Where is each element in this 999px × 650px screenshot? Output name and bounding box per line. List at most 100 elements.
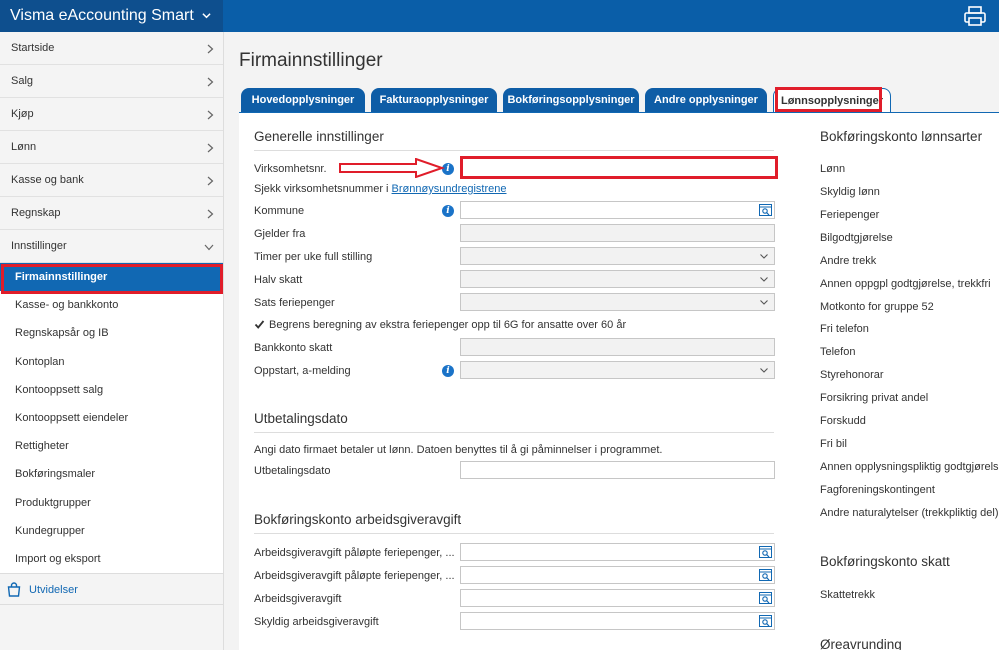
tab-bokforingsopplysninger[interactable]: Bokføringsopplysninger: [503, 88, 639, 112]
subnav-kontooppsett-salg[interactable]: Kontooppsett salg: [0, 376, 223, 404]
tab-content: Generelle innstillinger Virksomhetsnr. i…: [239, 112, 999, 650]
sidebar-item-lonn[interactable]: Lønn: [0, 131, 223, 164]
employer-tax-label: Skyldig arbeidsgiveravgift: [254, 616, 379, 628]
section-title-payout: Utbetalingsdato: [254, 411, 348, 426]
org-nr-input[interactable]: [460, 156, 778, 179]
sidebar-item-innstillinger[interactable]: Innstillinger: [0, 230, 223, 263]
employer-tax-label: Arbeidsgiveravgift påløpte feriepenger, …: [254, 570, 455, 582]
lookup-icon[interactable]: [759, 204, 772, 216]
wage-account-item: Andre trekk: [820, 255, 877, 267]
page-title: Firmainnstillinger: [239, 50, 383, 71]
sidebar-item-label: Utvidelser: [29, 584, 78, 597]
sidebar-item-label: Regnskap: [11, 207, 61, 219]
bankkonto-skatt-label: Bankkonto skatt: [254, 342, 333, 354]
wage-account-item: Andre naturalytelser (trekkpliktig del): [820, 507, 999, 519]
info-icon[interactable]: i: [442, 205, 454, 217]
wage-account-item: Feriepenger: [820, 209, 880, 221]
wage-account-item: Fri telefon: [820, 323, 869, 335]
print-icon[interactable]: [963, 5, 987, 27]
wage-account-item: Motkonto for gruppe 52: [820, 301, 934, 313]
chevron-down-icon: [202, 13, 211, 19]
sidebar-item-startside[interactable]: Startside: [0, 32, 223, 65]
timer-select[interactable]: [460, 247, 775, 265]
wage-account-item: Fagforeningskontingent: [820, 484, 935, 496]
divider: [254, 533, 774, 534]
wage-account-item: Bilgodtgjørelse: [820, 232, 893, 244]
sidebar: Startside Salg Kjøp Lønn Kasse og bank R…: [0, 32, 224, 650]
halv-skatt-select[interactable]: [460, 270, 775, 288]
chevron-right-icon: [207, 44, 214, 54]
brreg-link[interactable]: Brønnøysundregistrene: [392, 183, 507, 195]
subnav-kontooppsett-eiendeler[interactable]: Kontooppsett eiendeler: [0, 404, 223, 432]
settings-submenu: Firmainnstillinger Kasse- og bankkonto R…: [0, 263, 223, 574]
subnav-regnskapsar-og-ib[interactable]: Regnskapsår og IB: [0, 319, 223, 347]
payout-date-label: Utbetalingsdato: [254, 465, 331, 477]
wage-account-item: Styrehonorar: [820, 369, 884, 381]
annotation-arrow-icon: [339, 158, 446, 178]
app-title: Visma eAccounting Smart: [10, 7, 194, 24]
lookup-icon[interactable]: [759, 546, 772, 558]
kommune-input[interactable]: [460, 201, 775, 219]
wage-account-item: Annen oppgpl godtgjørelse, trekkfri: [820, 278, 991, 290]
sidebar-item-salg[interactable]: Salg: [0, 65, 223, 98]
subnav-bokforingsmaler[interactable]: Bokføringsmaler: [0, 460, 223, 488]
employer-tax-input[interactable]: [460, 566, 775, 584]
sidebar-item-label: Innstillinger: [11, 240, 67, 252]
section-title-wage-accounts: Bokføringskonto lønnsarter: [820, 129, 983, 144]
chevron-right-icon: [207, 110, 214, 120]
wage-account-item: Telefon: [820, 346, 856, 358]
lookup-icon[interactable]: [759, 569, 772, 581]
section-title-general: Generelle innstillinger: [254, 129, 384, 144]
sidebar-item-label: Startside: [11, 42, 55, 54]
subnav-produktgrupper[interactable]: Produktgrupper: [0, 489, 223, 517]
employer-tax-input[interactable]: [460, 543, 775, 561]
subnav-kasse-og-bankkonto[interactable]: Kasse- og bankkonto: [0, 291, 223, 319]
org-nr-label: Virksomhetsnr.: [254, 163, 327, 175]
divider: [254, 432, 774, 433]
sidebar-item-regnskap[interactable]: Regnskap: [0, 197, 223, 230]
lookup-icon[interactable]: [759, 592, 772, 604]
wage-account-item: Skyldig lønn: [820, 186, 880, 198]
oppstart-label: Oppstart, a-melding: [254, 365, 351, 377]
payout-description: Angi dato firmaet betaler ut lønn. Datoe…: [254, 444, 663, 456]
timer-label: Timer per uke full stilling: [254, 251, 373, 263]
sidebar-item-kasse-og-bank[interactable]: Kasse og bank: [0, 164, 223, 197]
subnav-kundegrupper[interactable]: Kundegrupper: [0, 517, 223, 545]
sidebar-item-utvidelser[interactable]: Utvidelser: [0, 573, 223, 606]
section-title-employer-tax: Bokføringskonto arbeidsgiveravgift: [254, 512, 462, 527]
halv-skatt-label: Halv skatt: [254, 274, 303, 286]
begrens-checkbox[interactable]: [254, 319, 265, 330]
sidebar-item-kjop[interactable]: Kjøp: [0, 98, 223, 131]
employer-tax-input[interactable]: [460, 589, 775, 607]
shopping-bag-icon: [7, 582, 21, 597]
wage-account-item: Lønn: [820, 163, 846, 175]
wage-account-item: Forskudd: [820, 415, 866, 427]
employer-tax-input[interactable]: [460, 612, 775, 630]
main-area: Firmainnstillinger Hovedopplysninger Fak…: [225, 32, 999, 650]
payout-date-input[interactable]: [460, 461, 775, 479]
employer-tax-label: Arbeidsgiveravgift påløpte feriepenger, …: [254, 547, 455, 559]
annotation-highlight-tab: [775, 87, 882, 112]
app-switcher[interactable]: Visma eAccounting Smart: [0, 0, 223, 32]
section-title-tax-accounts: Bokføringskonto skatt: [820, 554, 950, 569]
check-text: Sjekk virksomhetsnummer i: [254, 183, 389, 195]
subnav-import-og-eksport[interactable]: Import og eksport: [0, 545, 223, 573]
info-icon[interactable]: i: [442, 365, 454, 377]
tab-andre-opplysninger[interactable]: Andre opplysninger: [645, 88, 767, 112]
divider: [254, 150, 774, 151]
gjelder-fra-field: [460, 224, 775, 242]
annotation-highlight-sidebar: [1, 264, 223, 294]
chevron-down-icon: [760, 300, 768, 305]
section-title-rounding: Øreavrunding: [820, 637, 902, 650]
subnav-kontoplan[interactable]: Kontoplan: [0, 348, 223, 376]
oppstart-select[interactable]: [460, 361, 775, 379]
sidebar-item-label: Salg: [11, 75, 34, 87]
tab-hovedopplysninger[interactable]: Hovedopplysninger: [241, 88, 365, 112]
tab-fakturaopplysninger[interactable]: Fakturaopplysninger: [371, 88, 497, 112]
wage-account-item: Annen opplysningspliktig godtgjørelse: [820, 461, 999, 473]
chevron-right-icon: [207, 77, 214, 87]
sats-feriepenger-select[interactable]: [460, 293, 775, 311]
gjelder-fra-label: Gjelder fra: [254, 228, 306, 240]
lookup-icon[interactable]: [759, 615, 772, 627]
subnav-rettigheter[interactable]: Rettigheter: [0, 432, 223, 460]
